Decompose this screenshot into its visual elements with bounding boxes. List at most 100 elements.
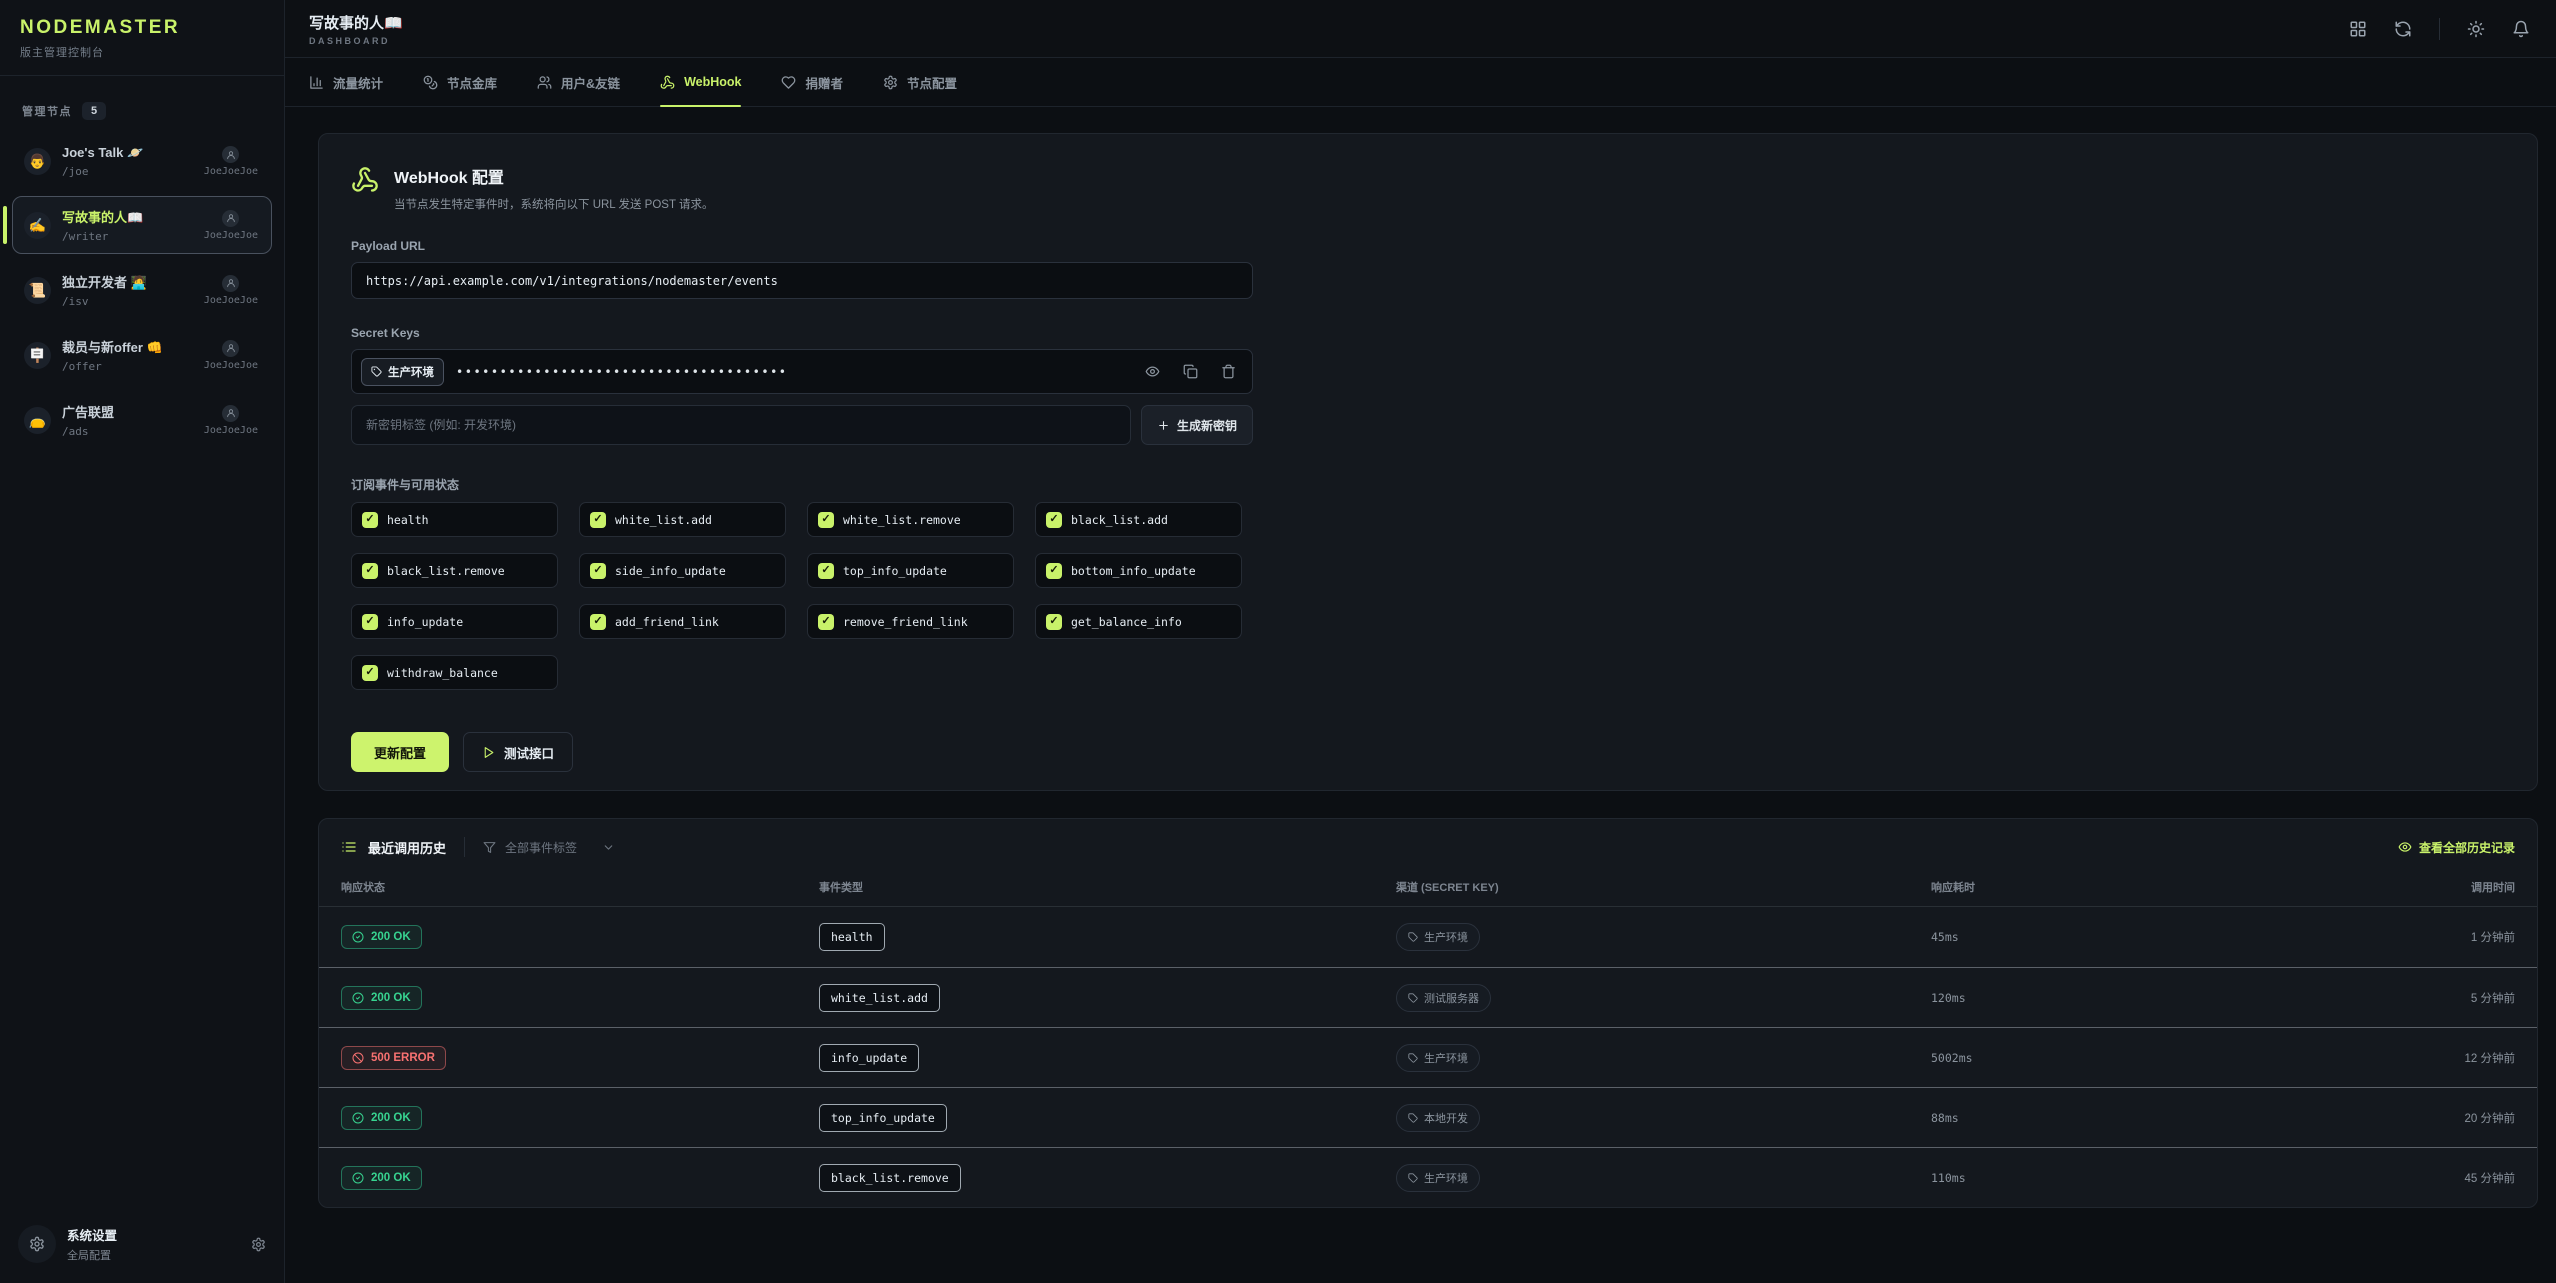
logo-block: NODEMASTER 版主管理控制台: [0, 0, 284, 76]
list-icon: [341, 839, 357, 855]
table-row[interactable]: 200 OK black_list.remove 生产环境 110ms 45 分…: [319, 1147, 2537, 1207]
tab-traffic-stats[interactable]: 流量统计: [309, 58, 383, 106]
top-actions: [2349, 18, 2530, 40]
node-path: /ads: [62, 425, 114, 438]
tab-users-links[interactable]: 用户&友链: [537, 58, 620, 106]
event-label: withdraw_balance: [387, 666, 498, 680]
event-checkbox-top-info-update[interactable]: ✓top_info_update: [807, 553, 1014, 588]
node-owner: JoeJoeJoe: [204, 275, 260, 306]
status-badge: 500 ERROR: [341, 1046, 446, 1070]
node-avatar: ✍️: [24, 212, 51, 239]
main-area: 写故事的人📖 DASHBOARD 流量统计 节点金库 用: [285, 0, 2556, 1283]
time-cell: 12 分钟前: [2271, 1050, 2515, 1066]
sidebar: NODEMASTER 版主管理控制台 管理节点 5 👨 Joe's Talk 🪐…: [0, 0, 285, 1283]
tab-bar: 流量统计 节点金库 用户&友链 WebHook 捐赠者 节点配置: [285, 58, 2556, 107]
owner-name: JoeJoeJoe: [204, 295, 258, 306]
event-checkbox-black-list-add[interactable]: ✓black_list.add: [1035, 502, 1242, 537]
event-filter-dropdown[interactable]: 全部事件标签: [483, 839, 615, 856]
filter-selected-value: 全部事件标签: [505, 839, 577, 856]
owner-avatar-icon: [222, 275, 239, 292]
event-checkbox-withdraw-balance[interactable]: ✓withdraw_balance: [351, 655, 558, 690]
table-row[interactable]: 200 OK health 生产环境 45ms 1 分钟前: [319, 907, 2537, 967]
secret-key-tag: 生产环境: [361, 358, 444, 386]
toolbar-divider: [2439, 18, 2440, 40]
history-panel: 最近调用历史 全部事件标签 查看全部历史记录 响应状态 事件类型: [318, 818, 2538, 1208]
checkbox-checked-icon: ✓: [590, 563, 606, 579]
view-all-history-link[interactable]: 查看全部历史记录: [2398, 839, 2515, 856]
duration-cell: 120ms: [1931, 991, 2271, 1005]
node-name: 写故事的人📖: [62, 207, 143, 226]
tab-donors[interactable]: 捐赠者: [781, 58, 843, 106]
event-checkbox-white-list-remove[interactable]: ✓white_list.remove: [807, 502, 1014, 537]
eye-icon: [2398, 840, 2412, 854]
event-checkbox-get-balance-info[interactable]: ✓get_balance_info: [1035, 604, 1242, 639]
new-key-label-input[interactable]: [351, 405, 1131, 445]
refresh-icon[interactable]: [2394, 20, 2412, 38]
time-cell: 1 分钟前: [2271, 929, 2515, 945]
gear-icon[interactable]: [251, 1237, 266, 1252]
node-list: 👨 Joe's Talk 🪐 /joe JoeJoeJoe ✍️ 写故事的人📖 …: [0, 132, 284, 456]
owner-avatar-icon: [222, 146, 239, 163]
duration-cell: 88ms: [1931, 1111, 2271, 1125]
event-type-chip: top_info_update: [819, 1104, 947, 1132]
node-name: 裁员与新offer 👊: [62, 337, 163, 356]
update-config-button[interactable]: 更新配置: [351, 732, 449, 772]
event-checkbox-remove-friend-link[interactable]: ✓remove_friend_link: [807, 604, 1014, 639]
event-checkbox-black-list-remove[interactable]: ✓black_list.remove: [351, 553, 558, 588]
tab-label: 用户&友链: [561, 73, 620, 92]
test-endpoint-button[interactable]: 测试接口: [463, 732, 573, 772]
app-subtitle: 版主管理控制台: [20, 44, 264, 60]
sidebar-item-writer[interactable]: ✍️ 写故事的人📖 /writer JoeJoeJoe: [12, 196, 272, 254]
event-checkbox-bottom-info-update[interactable]: ✓bottom_info_update: [1035, 553, 1242, 588]
event-checkbox-info-update[interactable]: ✓info_update: [351, 604, 558, 639]
theme-sun-icon[interactable]: [2467, 20, 2485, 38]
checkbox-checked-icon: ✓: [818, 512, 834, 528]
sidebar-item-offer[interactable]: 🪧 裁员与新offer 👊 /offer JoeJoeJoe: [12, 326, 272, 384]
node-name: 广告联盟: [62, 402, 114, 421]
table-row[interactable]: 200 OK white_list.add 测试服务器 120ms 5 分钟前: [319, 967, 2537, 1027]
webhook-form: Payload URL Secret Keys 生产环境 •••••••••••…: [351, 239, 1253, 772]
table-row[interactable]: 500 ERROR info_update 生产环境 5002ms 12 分钟前: [319, 1027, 2537, 1087]
secret-keys-label: Secret Keys: [351, 326, 1253, 340]
event-checkbox-side-info-update[interactable]: ✓side_info_update: [579, 553, 786, 588]
history-header: 最近调用历史 全部事件标签 查看全部历史记录: [319, 819, 2537, 871]
tab-node-config[interactable]: 节点配置: [883, 58, 957, 106]
tab-node-vault[interactable]: 节点金库: [423, 58, 497, 106]
active-notch: [3, 206, 7, 244]
checkbox-checked-icon: ✓: [590, 614, 606, 630]
status-text: 200 OK: [371, 1172, 411, 1184]
channel-name: 测试服务器: [1424, 990, 1479, 1006]
history-title: 最近调用历史: [368, 838, 446, 857]
table-row[interactable]: 200 OK top_info_update 本地开发 88ms 20 分钟前: [319, 1087, 2537, 1147]
event-type-chip: health: [819, 923, 885, 951]
system-settings-item[interactable]: 系统设置 全局配置: [0, 1209, 284, 1283]
managed-nodes-header: 管理节点 5: [0, 76, 284, 132]
event-checkbox-white-list-add[interactable]: ✓white_list.add: [579, 502, 786, 537]
node-owner: JoeJoeJoe: [204, 210, 260, 241]
panel-title: WebHook 配置: [394, 164, 713, 188]
node-avatar: 🪧: [24, 342, 51, 369]
system-settings-title: 系统设置: [67, 1225, 117, 1244]
channel-name: 生产环境: [1424, 929, 1468, 945]
channel-pill: 生产环境: [1396, 923, 1480, 951]
tab-label: 流量统计: [333, 73, 383, 92]
grid-layout-icon[interactable]: [2349, 20, 2367, 38]
copy-key-icon[interactable]: [1183, 364, 1198, 379]
page-subtitle: DASHBOARD: [309, 36, 403, 46]
play-icon: [482, 746, 495, 759]
event-checkbox-health[interactable]: ✓health: [351, 502, 558, 537]
bell-icon[interactable]: [2512, 20, 2530, 38]
webhook-config-panel: WebHook 配置 当节点发生特定事件时，系统将向以下 URL 发送 POST…: [318, 133, 2538, 791]
delete-key-trash-icon[interactable]: [1221, 364, 1236, 379]
tab-webhook[interactable]: WebHook: [660, 58, 741, 106]
reveal-key-eye-icon[interactable]: [1145, 364, 1160, 379]
sidebar-item-isv[interactable]: 📜 独立开发者 🧑‍💻 /isv JoeJoeJoe: [12, 261, 272, 319]
tag-icon: [371, 366, 382, 377]
sidebar-item-ads[interactable]: 👝 广告联盟 /ads JoeJoeJoe: [12, 391, 272, 449]
generate-key-button[interactable]: 生成新密钥: [1141, 405, 1253, 445]
payload-url-input[interactable]: [351, 262, 1253, 299]
tag-icon: [1408, 1053, 1418, 1063]
owner-avatar-icon: [222, 405, 239, 422]
event-checkbox-add-friend-link[interactable]: ✓add_friend_link: [579, 604, 786, 639]
sidebar-item-joe[interactable]: 👨 Joe's Talk 🪐 /joe JoeJoeJoe: [12, 134, 272, 189]
